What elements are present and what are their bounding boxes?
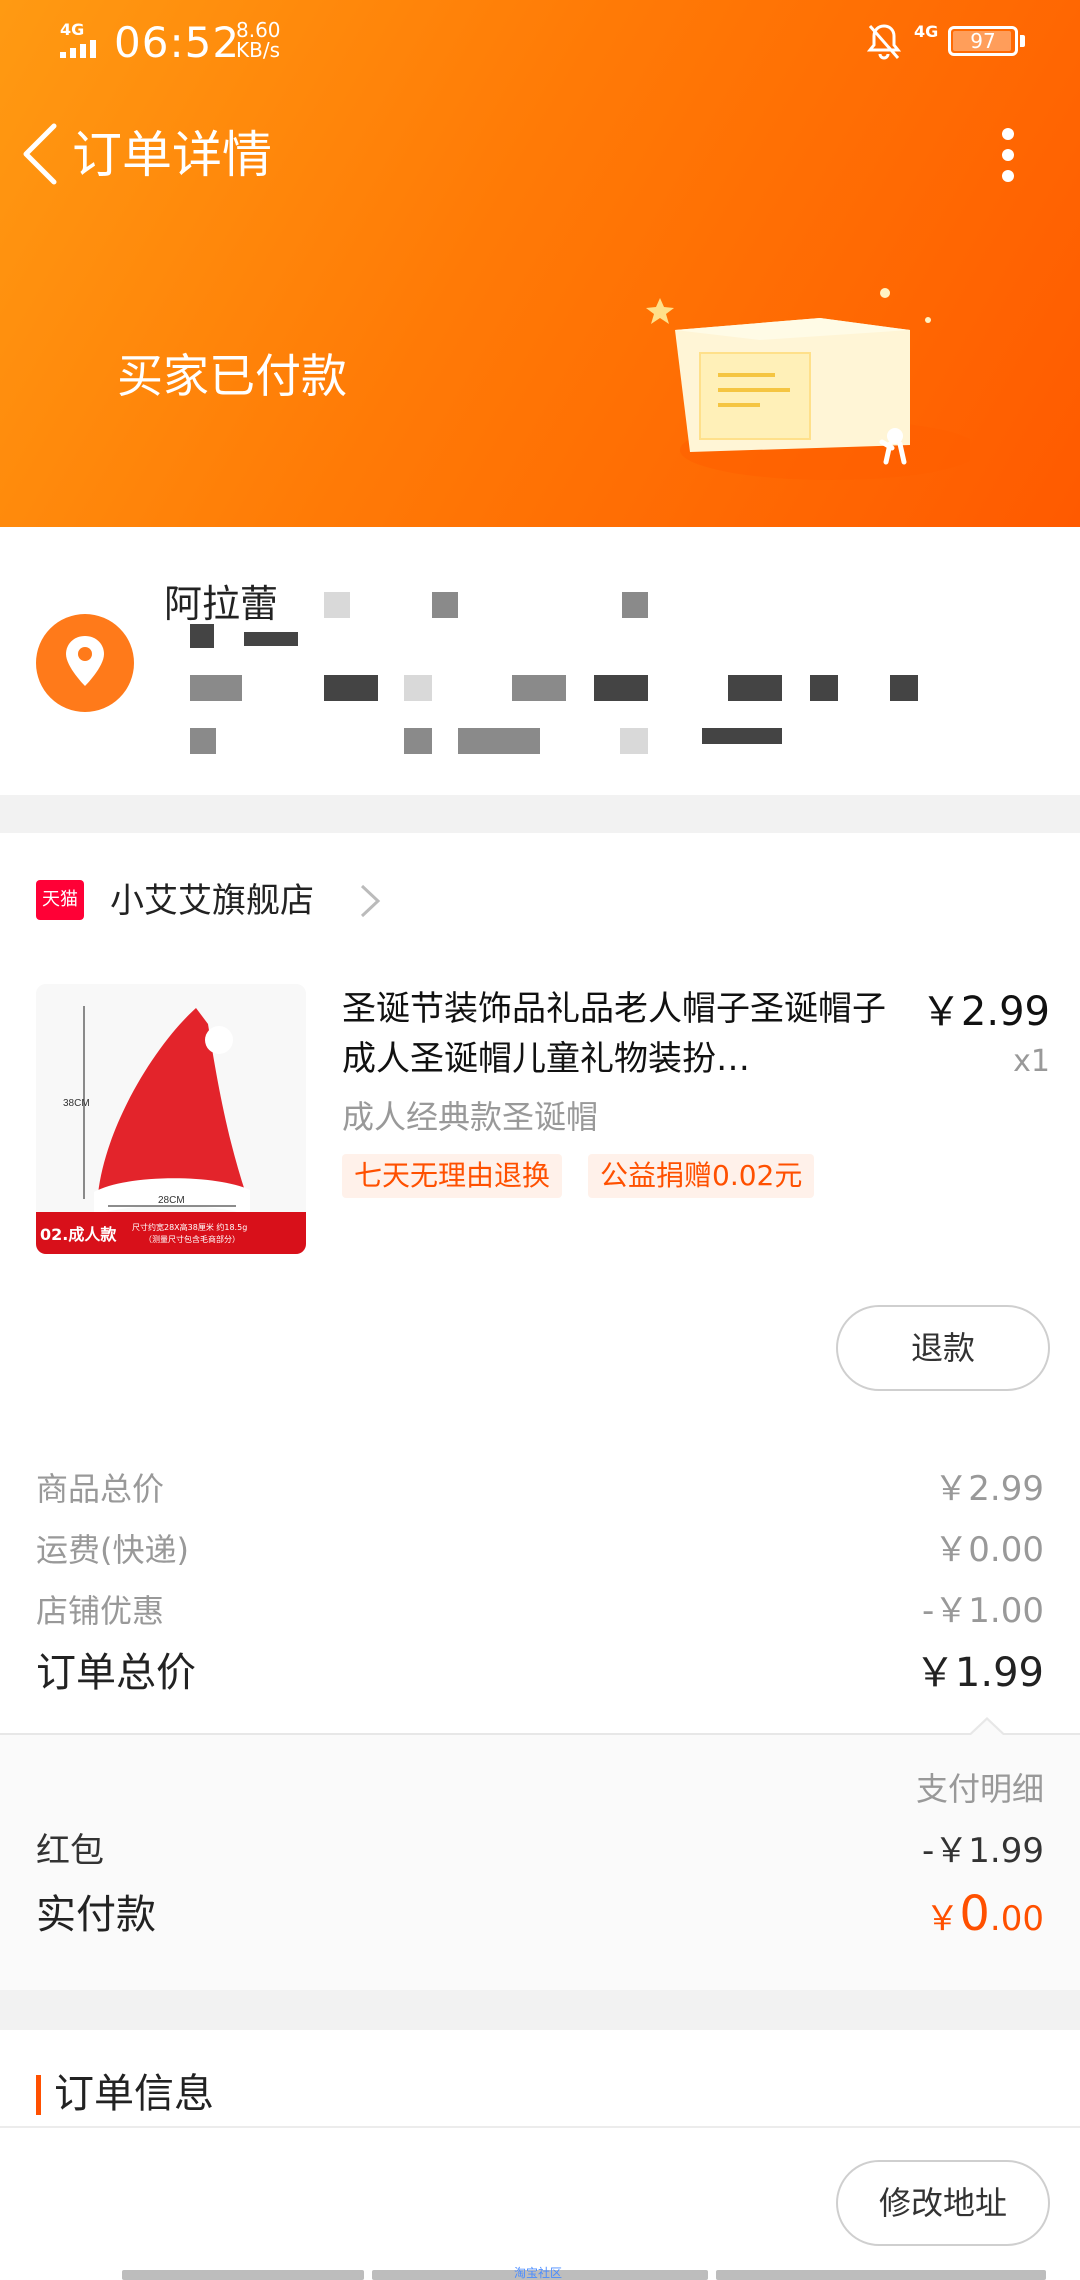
product-image[interactable]: 38CM 28CM 02.成人款 尺寸约宽28X高38厘米 约18.5g （测量… xyxy=(36,984,306,1254)
paid-amount-label: 实付款 xyxy=(36,1892,156,1938)
network-type-left: 4G xyxy=(60,20,85,39)
size-note-line2: （测量尺寸包含毛商部分） xyxy=(144,1234,240,1244)
hat-width-label: 28CM xyxy=(158,1195,185,1206)
back-arrow-icon[interactable] xyxy=(18,118,62,190)
order-status-header: 4G 06:52 8.60 KB/s 4G 97 订单详情 买家已付款 xyxy=(0,0,1080,527)
chevron-right-icon[interactable] xyxy=(358,882,382,920)
clock: 06:52 xyxy=(114,18,241,67)
battery-level: 97 xyxy=(970,29,996,53)
summary-value-shop-discount: -￥1.00 xyxy=(922,1591,1044,1631)
shipping-address-card[interactable] xyxy=(0,527,1080,795)
refund-button[interactable]: 退款 xyxy=(836,1305,1050,1391)
recipient-name: 阿拉蕾 xyxy=(164,582,279,626)
variant-label: 02.成人款 xyxy=(40,1225,117,1244)
speed-unit: KB/s xyxy=(236,38,280,62)
product-title[interactable]: 圣诞节装饰品礼品老人帽子圣诞帽子成人圣诞帽儿童礼物装扮… xyxy=(342,984,902,1084)
red-packet-value: -￥1.99 xyxy=(922,1831,1044,1871)
tag-charity-donation: 公益捐赠0.02元 xyxy=(588,1154,815,1198)
santa-hat-image: 38CM 28CM 02.成人款 尺寸约宽28X高38厘米 约18.5g （测量… xyxy=(36,984,306,1254)
product-price: ￥2.99 xyxy=(920,989,1050,1035)
summary-value-shipping: ￥0.00 xyxy=(934,1530,1044,1570)
network-speed: 8.60 KB/s xyxy=(236,20,281,60)
divider xyxy=(0,1733,1080,1735)
summary-label-shop-discount: 店铺优惠 xyxy=(36,1592,165,1630)
section-accent-bar xyxy=(36,2075,41,2115)
speed-value: 8.60 xyxy=(236,18,281,42)
summary-label-subtotal: 商品总价 xyxy=(36,1470,165,1508)
signal-icon xyxy=(60,38,104,58)
paid-decimal: .00 xyxy=(989,1899,1044,1939)
payment-detail-label: 支付明细 xyxy=(915,1770,1044,1808)
summary-label-shipping: 运费(快递) xyxy=(36,1531,189,1569)
shop-name[interactable]: 小艾艾旗舰店 xyxy=(110,876,314,926)
order-total-value: ￥1.99 xyxy=(914,1650,1044,1696)
order-info-title: 订单信息 xyxy=(54,2071,214,2117)
network-type-right: 4G xyxy=(914,22,939,41)
package-box-illustration xyxy=(646,288,970,480)
red-packet-label: 红包 xyxy=(36,1831,104,1871)
tmall-badge: 天猫 xyxy=(36,880,84,920)
battery-tip xyxy=(1020,35,1025,47)
size-note-line1: 尺寸约宽28X高38厘米 约18.5g xyxy=(132,1222,247,1232)
product-quantity: x1 xyxy=(1013,1044,1050,1079)
summary-value-subtotal: ￥2.99 xyxy=(934,1469,1044,1509)
paid-amount-value: ￥0.00 xyxy=(925,1886,1044,1947)
paid-currency: ￥ xyxy=(925,1899,960,1939)
tag-seven-day-return: 七天无理由退换 xyxy=(342,1154,563,1198)
modify-address-button[interactable]: 修改地址 xyxy=(836,2160,1050,2246)
hat-height-label: 38CM xyxy=(63,1098,90,1109)
more-menu-icon[interactable] xyxy=(990,120,1026,190)
order-total-label: 订单总价 xyxy=(36,1650,196,1696)
divider xyxy=(0,2126,1080,2128)
paid-integer: 0 xyxy=(959,1886,990,1942)
order-status-text: 买家已付款 xyxy=(117,349,347,403)
product-spec: 成人经典款圣诞帽 xyxy=(342,1098,599,1136)
location-pin-icon xyxy=(36,614,134,712)
community-link[interactable]: 淘宝社区 xyxy=(514,2264,562,2280)
mute-bell-icon xyxy=(866,24,902,60)
status-bar: 4G 06:52 8.60 KB/s 4G 97 xyxy=(0,0,1080,90)
page-title: 订单详情 xyxy=(72,126,272,184)
battery-icon: 97 xyxy=(948,26,1018,56)
